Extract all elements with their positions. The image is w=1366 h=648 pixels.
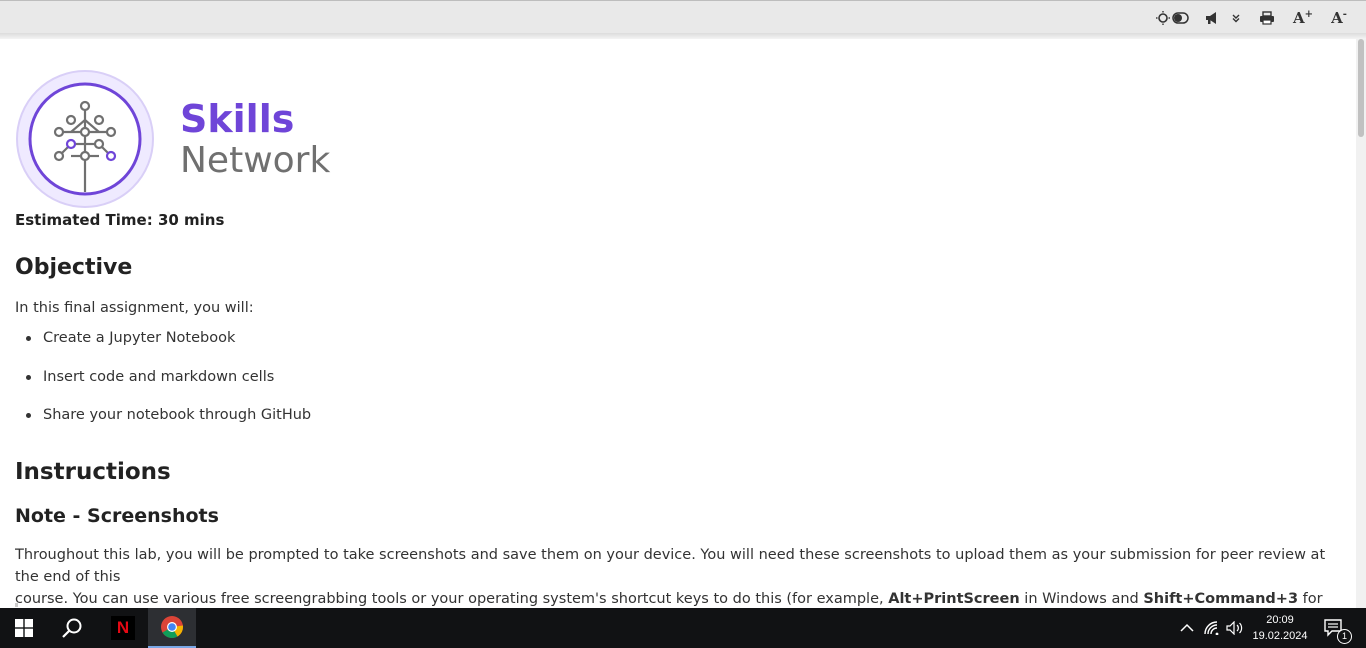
chrome-app-icon: [161, 616, 183, 638]
note-text-line1: Throughout this lab, you will be prompte…: [15, 547, 1326, 585]
volume-button[interactable]: [1224, 608, 1246, 648]
theme-toggle-icon: [1156, 11, 1189, 25]
print-icon: [1260, 11, 1274, 25]
search-icon: [62, 618, 82, 638]
start-button[interactable]: [4, 608, 44, 648]
objective-intro: In this final assignment, you will:: [15, 300, 254, 316]
chevron-up-icon: [1180, 623, 1194, 632]
announcement-button[interactable]: [1203, 7, 1223, 29]
clock-time: 20:09: [1266, 614, 1294, 626]
taskbar: N 20:09 19.02.2024 1: [0, 608, 1366, 648]
announcement-dropdown[interactable]: [1229, 7, 1243, 29]
notification-count-badge: 1: [1337, 629, 1352, 644]
clock[interactable]: 20:09 19.02.2024: [1250, 608, 1310, 648]
logo-text-skills: Skills: [180, 97, 294, 141]
chevron-down-icon: [1232, 14, 1240, 23]
objective-list: Create a Jupyter Notebook Insert code an…: [15, 328, 311, 444]
note-text-mid: in Windows and: [1019, 591, 1144, 607]
font-increase-button[interactable]: A+: [1291, 7, 1315, 29]
clock-date: 19.02.2024: [1252, 630, 1308, 642]
estimated-time: Estimated Time: 30 mins: [15, 211, 225, 229]
shortcut-windows: Alt+PrintScreen: [888, 591, 1020, 607]
list-item: Share your notebook through GitHub: [15, 405, 311, 444]
skills-network-logo: Skills Network: [16, 70, 330, 208]
note-text-pre: course. You can use various free screeng…: [15, 591, 889, 607]
instructions-heading: Instructions: [15, 459, 171, 485]
taskbar-search-button[interactable]: [50, 608, 94, 648]
font-decrease-icon: A-: [1331, 9, 1347, 27]
network-button[interactable]: [1201, 608, 1223, 648]
netflix-app-button[interactable]: N: [102, 608, 144, 648]
netflix-app-icon: N: [111, 616, 135, 640]
start-icon: [15, 619, 33, 637]
logo-text-network: Network: [180, 140, 330, 181]
chrome-app-button[interactable]: [148, 608, 196, 648]
font-increase-icon: A+: [1292, 9, 1314, 27]
lab-content: Skills Network Estimated Time: 30 mins O…: [15, 40, 1345, 607]
toolbar-shadow: [0, 33, 1366, 39]
shortcut-mac: Shift+Command+3: [1143, 591, 1299, 607]
volume-icon: [1226, 621, 1243, 635]
font-decrease-button[interactable]: A-: [1327, 7, 1351, 29]
objective-heading: Objective: [15, 255, 133, 280]
theme-toggle-button[interactable]: [1154, 7, 1190, 29]
list-item: Insert code and markdown cells: [15, 367, 311, 406]
page-scrollbar[interactable]: [1356, 39, 1366, 608]
scrollbar-thumb[interactable]: [1358, 39, 1364, 137]
tray-overflow-button[interactable]: [1176, 608, 1198, 648]
action-center-button[interactable]: 1: [1318, 608, 1352, 648]
content-edge-marker: [15, 603, 18, 607]
note-paragraph: Throughout this lab, you will be prompte…: [15, 544, 1335, 607]
reader-toolbar: A+ A-: [0, 0, 1366, 33]
note-heading: Note - Screenshots: [15, 505, 219, 527]
print-button[interactable]: [1256, 7, 1278, 29]
network-icon: [1204, 621, 1219, 635]
announcement-icon: [1206, 12, 1216, 24]
list-item: Create a Jupyter Notebook: [15, 328, 311, 367]
